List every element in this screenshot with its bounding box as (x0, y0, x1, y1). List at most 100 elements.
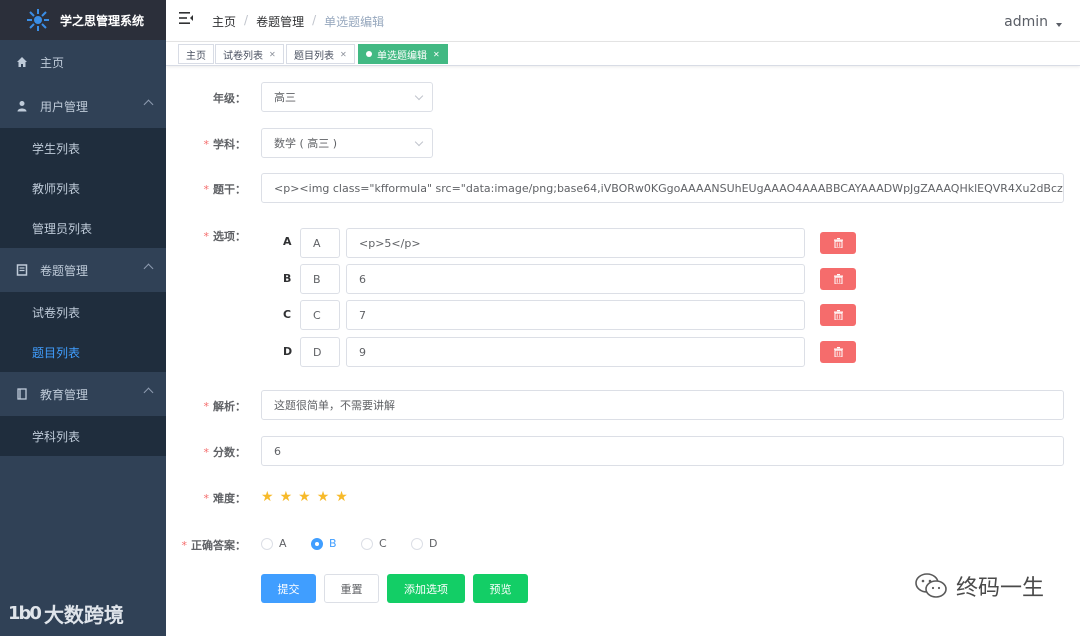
answer-radio-c[interactable]: C (361, 537, 387, 550)
watermark-logo: 1b0 大数跨境 (8, 599, 124, 628)
analysis-input[interactable]: 这题很简单，不需要讲解 (261, 390, 1064, 420)
subject-label: * 学科： (203, 138, 247, 151)
radio-circle-icon (261, 537, 273, 550)
answer-radio-b[interactable]: B (311, 537, 337, 550)
hamburger-icon[interactable] (179, 12, 193, 24)
menu-item-user-management[interactable]: 用户管理 (0, 84, 166, 128)
stem-input[interactable]: <p><img class="kfformula" src="data:imag… (261, 173, 1064, 203)
sidebar-item-teacher-list[interactable]: 教师列表 (0, 168, 166, 208)
option-content-input-c[interactable]: 7 (346, 300, 805, 330)
star-icon[interactable]: ★ (261, 490, 274, 504)
chevron-up-icon (143, 387, 154, 398)
star-icon[interactable]: ★ (298, 490, 311, 504)
trash-icon (833, 310, 843, 320)
grade-value: 高三 (274, 91, 296, 104)
document-icon (16, 388, 28, 400)
close-icon[interactable]: ✕ (433, 50, 440, 59)
grade-select[interactable]: 高三 (261, 82, 433, 112)
option-content-input-d[interactable]: 9 (346, 337, 805, 367)
watermark-mark: 1b0 (8, 603, 42, 624)
user-icon (16, 100, 28, 112)
add-option-button[interactable]: 添加选项 (387, 574, 465, 603)
breadcrumb: 主页 / 卷题管理 / 单选题编辑 (212, 13, 384, 30)
watermark-text: 大数跨境 (43, 603, 124, 627)
sidebar-item-admin-list[interactable]: 管理员列表 (0, 208, 166, 248)
option-prefix-input-a[interactable]: A (300, 228, 340, 258)
tag-single-choice-edit[interactable]: 单选题编辑 ✕ (358, 44, 448, 64)
preview-button[interactable]: 预览 (473, 574, 528, 603)
watermark-author: 终码一生 (955, 576, 1044, 601)
sidebar-item-question-list[interactable]: 题目列表 (0, 332, 166, 372)
option-letter-c: C (283, 308, 292, 321)
breadcrumb-separator: / (312, 13, 317, 27)
menu-item-label: 卷题管理 (40, 263, 89, 278)
delete-option-button-a[interactable] (820, 232, 856, 254)
option-prefix-input-b[interactable]: B (300, 264, 340, 294)
close-icon[interactable]: ✕ (340, 50, 347, 59)
submit-button[interactable]: 提交 (261, 574, 316, 603)
subject-select[interactable]: 数学 ( 高三 ) (261, 128, 433, 158)
sidebar-item-student-list[interactable]: 学生列表 (0, 128, 166, 168)
sidebar-item-paper-list[interactable]: 试卷列表 (0, 292, 166, 332)
chevron-up-icon (143, 99, 154, 110)
star-icon[interactable]: ★ (280, 490, 293, 504)
tag-home[interactable]: 主页 (178, 44, 214, 64)
menu-item-home[interactable]: 主页 (0, 40, 166, 84)
user-dropdown[interactable]: admin (1004, 14, 1062, 30)
score-input[interactable]: 6 (261, 436, 1064, 466)
app-title: 学之思管理系统 (60, 13, 145, 28)
wechat-icon (915, 573, 947, 598)
option-content-input-a[interactable]: <p>5</p> (346, 228, 805, 258)
stem-label: * 题干： (203, 183, 247, 196)
active-dot-icon (366, 51, 372, 57)
breadcrumb-paper-management[interactable]: 卷题管理 (256, 13, 304, 30)
star-icon[interactable]: ★ (317, 490, 330, 504)
breadcrumb-home[interactable]: 主页 (212, 13, 236, 30)
user-name: admin (1004, 14, 1048, 30)
radio-circle-icon (311, 537, 323, 550)
analysis-value: 这题很简单，不需要讲解 (274, 399, 395, 412)
answer-radio-a[interactable]: A (261, 537, 287, 550)
sidebar-item-subject-list[interactable]: 学科列表 (0, 416, 166, 456)
analysis-label: * 解析： (203, 400, 247, 413)
star-icon[interactable]: ★ (335, 490, 348, 504)
breadcrumb-separator: / (244, 13, 249, 27)
option-letter-b: B (283, 272, 292, 285)
sidebar: 学之思管理系统 主页 用户管理 学生列表 教师列表 管理员列表 卷题管理 试卷列… (0, 0, 166, 636)
menu-item-label: 用户管理 (40, 99, 89, 114)
caret-down-icon (1056, 23, 1062, 27)
trash-icon (833, 347, 843, 357)
stem-value: <p><img class="kfformula" src="data:imag… (274, 181, 1064, 195)
reset-button[interactable]: 重置 (324, 574, 379, 603)
option-prefix-input-d[interactable]: D (300, 337, 340, 367)
answer-radio-d[interactable]: D (411, 537, 437, 550)
submenu-user: 学生列表 教师列表 管理员列表 (0, 128, 166, 248)
chevron-down-icon (414, 91, 424, 101)
option-prefix-input-c[interactable]: C (300, 300, 340, 330)
tags-view: 主页 试卷列表 ✕ 题目列表 ✕ 单选题编辑 ✕ (166, 42, 1080, 66)
options-label: * 选项： (203, 230, 247, 243)
close-icon[interactable]: ✕ (269, 50, 276, 59)
tag-label: 单选题编辑 (377, 50, 427, 62)
difficulty-rating[interactable]: ★ ★ ★ ★ ★ (261, 490, 354, 504)
logo-icon (26, 8, 50, 32)
delete-option-button-d[interactable] (820, 341, 856, 363)
tag-question-list[interactable]: 题目列表 ✕ (286, 44, 355, 64)
logo[interactable]: 学之思管理系统 (0, 0, 166, 40)
delete-option-button-c[interactable] (820, 304, 856, 326)
wechat-watermark: 终码一生 (914, 570, 1044, 602)
tag-label: 题目列表 (294, 50, 334, 62)
option-content-input-b[interactable]: 6 (346, 264, 805, 294)
menu-item-education-management[interactable]: 教育管理 (0, 372, 166, 416)
radio-circle-icon (411, 537, 423, 550)
menu-item-label: 主页 (40, 55, 65, 70)
chevron-down-icon (414, 137, 424, 147)
delete-option-button-b[interactable] (820, 268, 856, 290)
book-icon (16, 264, 28, 276)
trash-icon (833, 238, 843, 248)
difficulty-label: * 难度： (203, 492, 247, 505)
menu-item-label: 教育管理 (40, 387, 89, 402)
grade-label: 年级： (213, 92, 246, 105)
menu-item-paper-management[interactable]: 卷题管理 (0, 248, 166, 292)
tag-paper-list[interactable]: 试卷列表 ✕ (215, 44, 284, 64)
